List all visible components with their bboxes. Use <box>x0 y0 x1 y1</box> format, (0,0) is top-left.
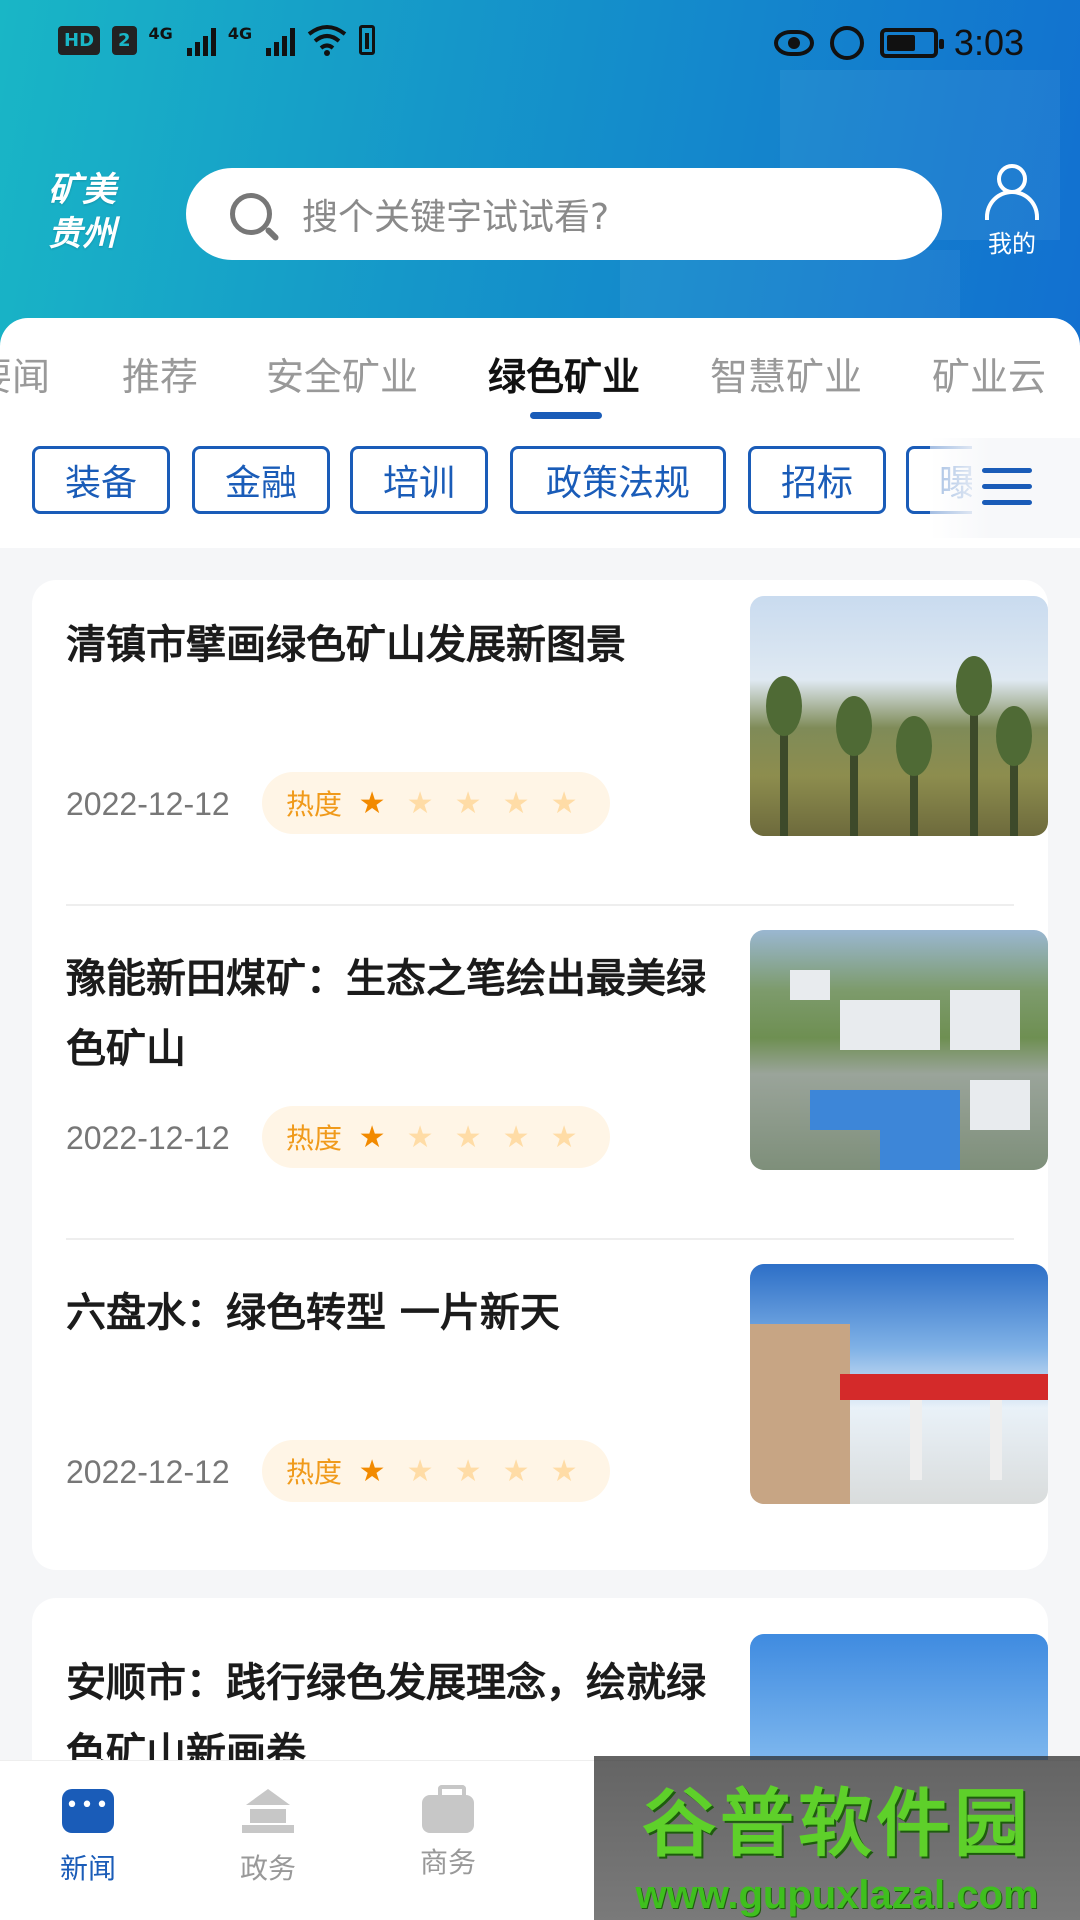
article-thumbnail <box>750 1264 1048 1504</box>
active-tab-indicator <box>530 412 602 419</box>
article-title: 清镇市擘画绿色矿山发展新图景 <box>66 622 626 668</box>
nav-label: 商务 <box>419 1846 476 1879</box>
article-item[interactable]: 豫能新田煤矿：生态之笔绘出最美绿色矿山 2022-12-12 热度 ★ ★ ★ … <box>66 914 1048 1214</box>
star-icon: ★ <box>454 1453 482 1489</box>
star-icon: ★ <box>550 785 578 821</box>
star-icon: ★ <box>454 1119 482 1155</box>
category-panel: 要闻 推荐 安全矿业 绿色矿业 智慧矿业 矿业云 装备 金融 培训 政策法规 招… <box>0 318 1080 548</box>
article-date: 2022-12-12 <box>66 1454 230 1490</box>
chip-peixun[interactable]: 培训 <box>350 446 488 514</box>
star-icon: ★ <box>358 785 386 821</box>
star-icon: ★ <box>406 1119 434 1155</box>
logo-line: 矿美 <box>48 170 116 210</box>
heat-rating: 热度 ★ ★ ★ ★ ★ <box>262 1106 610 1168</box>
divider <box>66 1238 1014 1240</box>
divider <box>66 904 1014 906</box>
chat-icon <box>62 1789 114 1833</box>
heat-rating: 热度 ★ ★ ★ ★ ★ <box>262 1440 610 1502</box>
nav-government[interactable]: 政务 <box>208 1789 328 1887</box>
search-bar[interactable]: 搜个关键字试试看? <box>186 168 942 260</box>
battery-saver-icon <box>359 25 376 55</box>
article-date: 2022-12-12 <box>66 786 230 822</box>
tab-anquan[interactable]: 安全矿业 <box>266 346 418 401</box>
article-thumbnail <box>750 930 1048 1170</box>
heat-label: 热度 <box>286 1456 343 1489</box>
status-right: 3:03 <box>773 22 1024 64</box>
heat-label: 热度 <box>286 788 343 821</box>
category-menu-button[interactable] <box>930 438 1080 538</box>
star-icon: ★ <box>502 1119 530 1155</box>
tab-kuangyeyun[interactable]: 矿业云 <box>932 346 1046 401</box>
watermark-url: www.gupuxlazal.com <box>635 1873 1039 1917</box>
status-bar: HD 2 4G 4G 3:03 <box>0 0 1080 90</box>
alarm-icon <box>829 26 864 60</box>
app-logo[interactable]: 矿美 贵州 <box>48 168 138 256</box>
tab-tuijian[interactable]: 推荐 <box>122 346 198 401</box>
government-icon <box>242 1789 294 1833</box>
tab-lvse[interactable]: 绿色矿业 <box>488 346 640 401</box>
search-placeholder: 搜个关键字试试看? <box>302 197 610 238</box>
article-date: 2022-12-12 <box>66 1120 230 1156</box>
star-icon: ★ <box>454 785 482 821</box>
watermark-title: 谷普软件园 <box>642 1781 1032 1867</box>
logo-line: 贵州 <box>48 214 116 254</box>
status-left: HD 2 4G 4G <box>58 24 376 56</box>
star-icon: ★ <box>358 1119 386 1155</box>
article-list-card: 清镇市擘画绿色矿山发展新图景 2022-12-12 热度 ★ ★ ★ ★ ★ 豫… <box>32 580 1048 1570</box>
chip-zhengce[interactable]: 政策法规 <box>510 446 726 514</box>
hd-badge: HD <box>58 25 101 55</box>
star-icon: ★ <box>550 1119 578 1155</box>
star-icon: ★ <box>550 1453 578 1489</box>
nav-business[interactable]: 商务 <box>388 1785 508 1881</box>
sim-badge: 2 <box>112 25 137 55</box>
chip-zhuangbei[interactable]: 装备 <box>32 446 170 514</box>
signal-icon <box>266 24 296 56</box>
search-icon <box>230 193 272 235</box>
article-title: 六盘水：绿色转型 一片新天 <box>66 1290 560 1336</box>
heat-rating: 热度 ★ ★ ★ ★ ★ <box>262 772 610 834</box>
wifi-icon <box>307 25 347 56</box>
briefcase-icon <box>422 1785 474 1833</box>
chip-jinrong[interactable]: 金融 <box>192 446 330 514</box>
tab-yaowen[interactable]: 要闻 <box>0 346 50 401</box>
article-thumbnail <box>750 596 1048 836</box>
nav-news[interactable]: 新闻 <box>28 1789 148 1887</box>
article-title: 豫能新田煤矿：生态之笔绘出最美绿色矿山 <box>66 956 706 1072</box>
star-icon: ★ <box>406 785 434 821</box>
star-icon: ★ <box>358 1453 386 1489</box>
category-tabs: 要闻 推荐 安全矿业 绿色矿业 智慧矿业 矿业云 <box>0 318 1080 428</box>
nav-label: 新闻 <box>59 1852 116 1885</box>
chip-zhaobiao[interactable]: 招标 <box>748 446 886 514</box>
battery-icon <box>879 28 944 58</box>
status-time: 3:03 <box>953 22 1024 63</box>
star-icon: ★ <box>502 785 530 821</box>
star-icon: ★ <box>502 1453 530 1489</box>
article-item[interactable]: 六盘水：绿色转型 一片新天 2022-12-12 热度 ★ ★ ★ ★ ★ <box>66 1248 1048 1548</box>
eye-comfort-icon <box>773 30 814 56</box>
star-icon: ★ <box>406 1453 434 1489</box>
network-type: 4G <box>148 24 173 43</box>
site-watermark: 谷普软件园 www.gupuxlazal.com <box>594 1756 1080 1920</box>
tab-zhihui[interactable]: 智慧矿业 <box>710 346 862 401</box>
profile-label: 我的 <box>988 230 1036 258</box>
heat-label: 热度 <box>286 1122 343 1155</box>
app-header: HD 2 4G 4G 3:03 矿美 贵州 搜个关键字试试看? 我的 <box>0 0 1080 360</box>
user-icon <box>985 164 1039 220</box>
network-type: 4G <box>227 24 253 43</box>
subcategory-chips: 装备 金融 培训 政策法规 招标 曝 <box>32 446 972 518</box>
signal-icon <box>186 24 216 56</box>
profile-button[interactable]: 我的 <box>980 164 1044 259</box>
article-item[interactable]: 清镇市擘画绿色矿山发展新图景 2022-12-12 热度 ★ ★ ★ ★ ★ <box>66 580 1048 880</box>
nav-label: 政务 <box>239 1852 296 1885</box>
